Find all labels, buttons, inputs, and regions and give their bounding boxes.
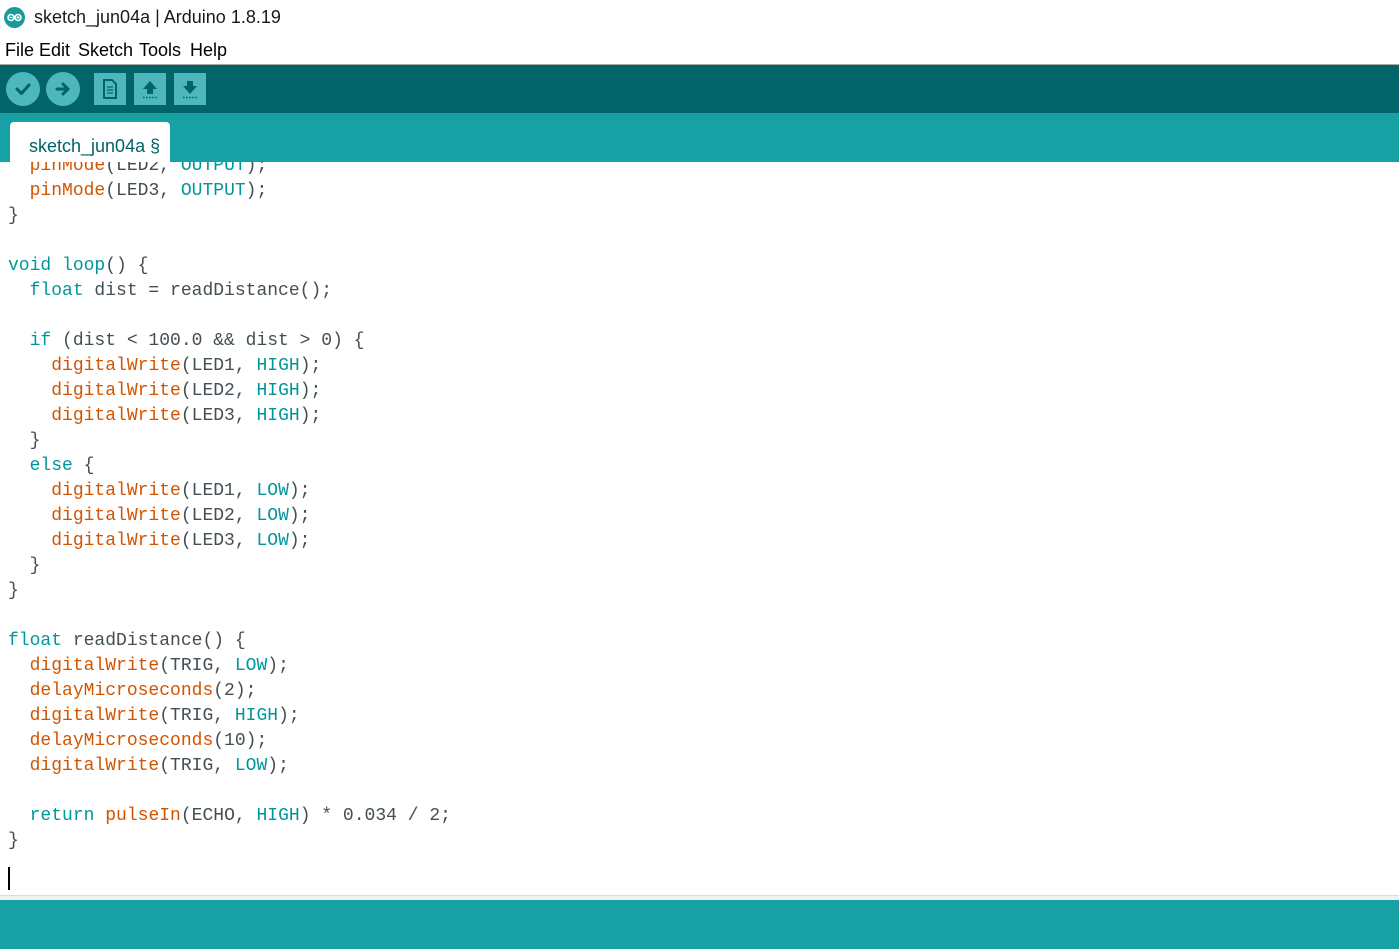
arrow-right-icon [55,82,70,96]
document-icon [103,79,117,99]
arduino-logo-icon [4,7,25,28]
code-line: } [8,831,19,851]
toolbar [0,65,1399,113]
tab-label: sketch_jun04a § [29,136,161,156]
code-line: ​ [8,304,451,329]
arrow-down-icon [183,81,197,99]
code-line: ​ [8,229,451,254]
code-line: delayMicroseconds(2); [29,681,257,701]
code-line: float readDistance() { [8,631,246,651]
code-line: digitalWrite(LED3, LOW); [51,531,311,551]
code-line: void loop() { [8,256,149,276]
menu-sketch[interactable]: Sketch [78,39,133,61]
menu-edit[interactable]: Edit [39,39,70,61]
code-lines: pinMode(LED2, OUTPUT); pinMode(LED3, OUT… [8,162,451,879]
code-line: ​ [8,779,451,804]
title-bar: sketch_jun04a | Arduino 1.8.19 [0,0,1399,34]
window-title: sketch_jun04a | Arduino 1.8.19 [34,7,281,27]
tab-strip: sketch_jun04a § [0,113,1399,162]
code-line: } [8,581,19,601]
code-line: digitalWrite(LED1, HIGH); [51,356,322,376]
arrow-up-icon [143,81,157,99]
tab-sketch[interactable]: sketch_jun04a § [10,122,170,162]
code-line: return pulseIn(ECHO, HIGH) * 0.034 / 2; [29,806,451,826]
code-line: float dist = readDistance(); [29,281,333,301]
menu-help[interactable]: Help [190,39,227,61]
code-line: delayMicroseconds(10); [29,731,268,751]
code-line: digitalWrite(TRIG, LOW); [29,656,289,676]
code-line: digitalWrite(TRIG, LOW); [29,756,289,776]
code-line: } [8,556,41,576]
upload-button[interactable] [46,72,80,106]
code-line: digitalWrite(LED2, HIGH); [51,381,322,401]
code-line: if (dist < 100.0 && dist > 0) { [29,331,365,351]
verify-button[interactable] [6,72,40,106]
code-editor[interactable]: pinMode(LED2, OUTPUT); pinMode(LED3, OUT… [0,162,1399,895]
status-bar [0,900,1399,949]
save-button[interactable] [174,73,206,105]
menu-tools[interactable]: Tools [139,39,181,61]
check-icon [15,83,31,95]
code-line: else { [29,456,95,476]
code-line: digitalWrite(LED3, HIGH); [51,406,322,426]
menu-bar: File Edit Sketch Tools Help [0,34,1399,65]
text-cursor [8,867,10,890]
code-line: pinMode(LED3, OUTPUT); [29,181,268,201]
code-line: ​ [8,854,451,879]
code-line: } [8,206,19,226]
code-line: pinMode(LED2, OUTPUT); [29,162,268,176]
code-line: digitalWrite(TRIG, HIGH); [29,706,300,726]
menu-file[interactable]: File [5,39,34,61]
code-line: digitalWrite(LED2, LOW); [51,506,311,526]
new-button[interactable] [94,73,126,105]
code-line: } [8,431,41,451]
code-line: digitalWrite(LED1, LOW); [51,481,311,501]
code-line: ​ [8,604,451,629]
open-button[interactable] [134,73,166,105]
